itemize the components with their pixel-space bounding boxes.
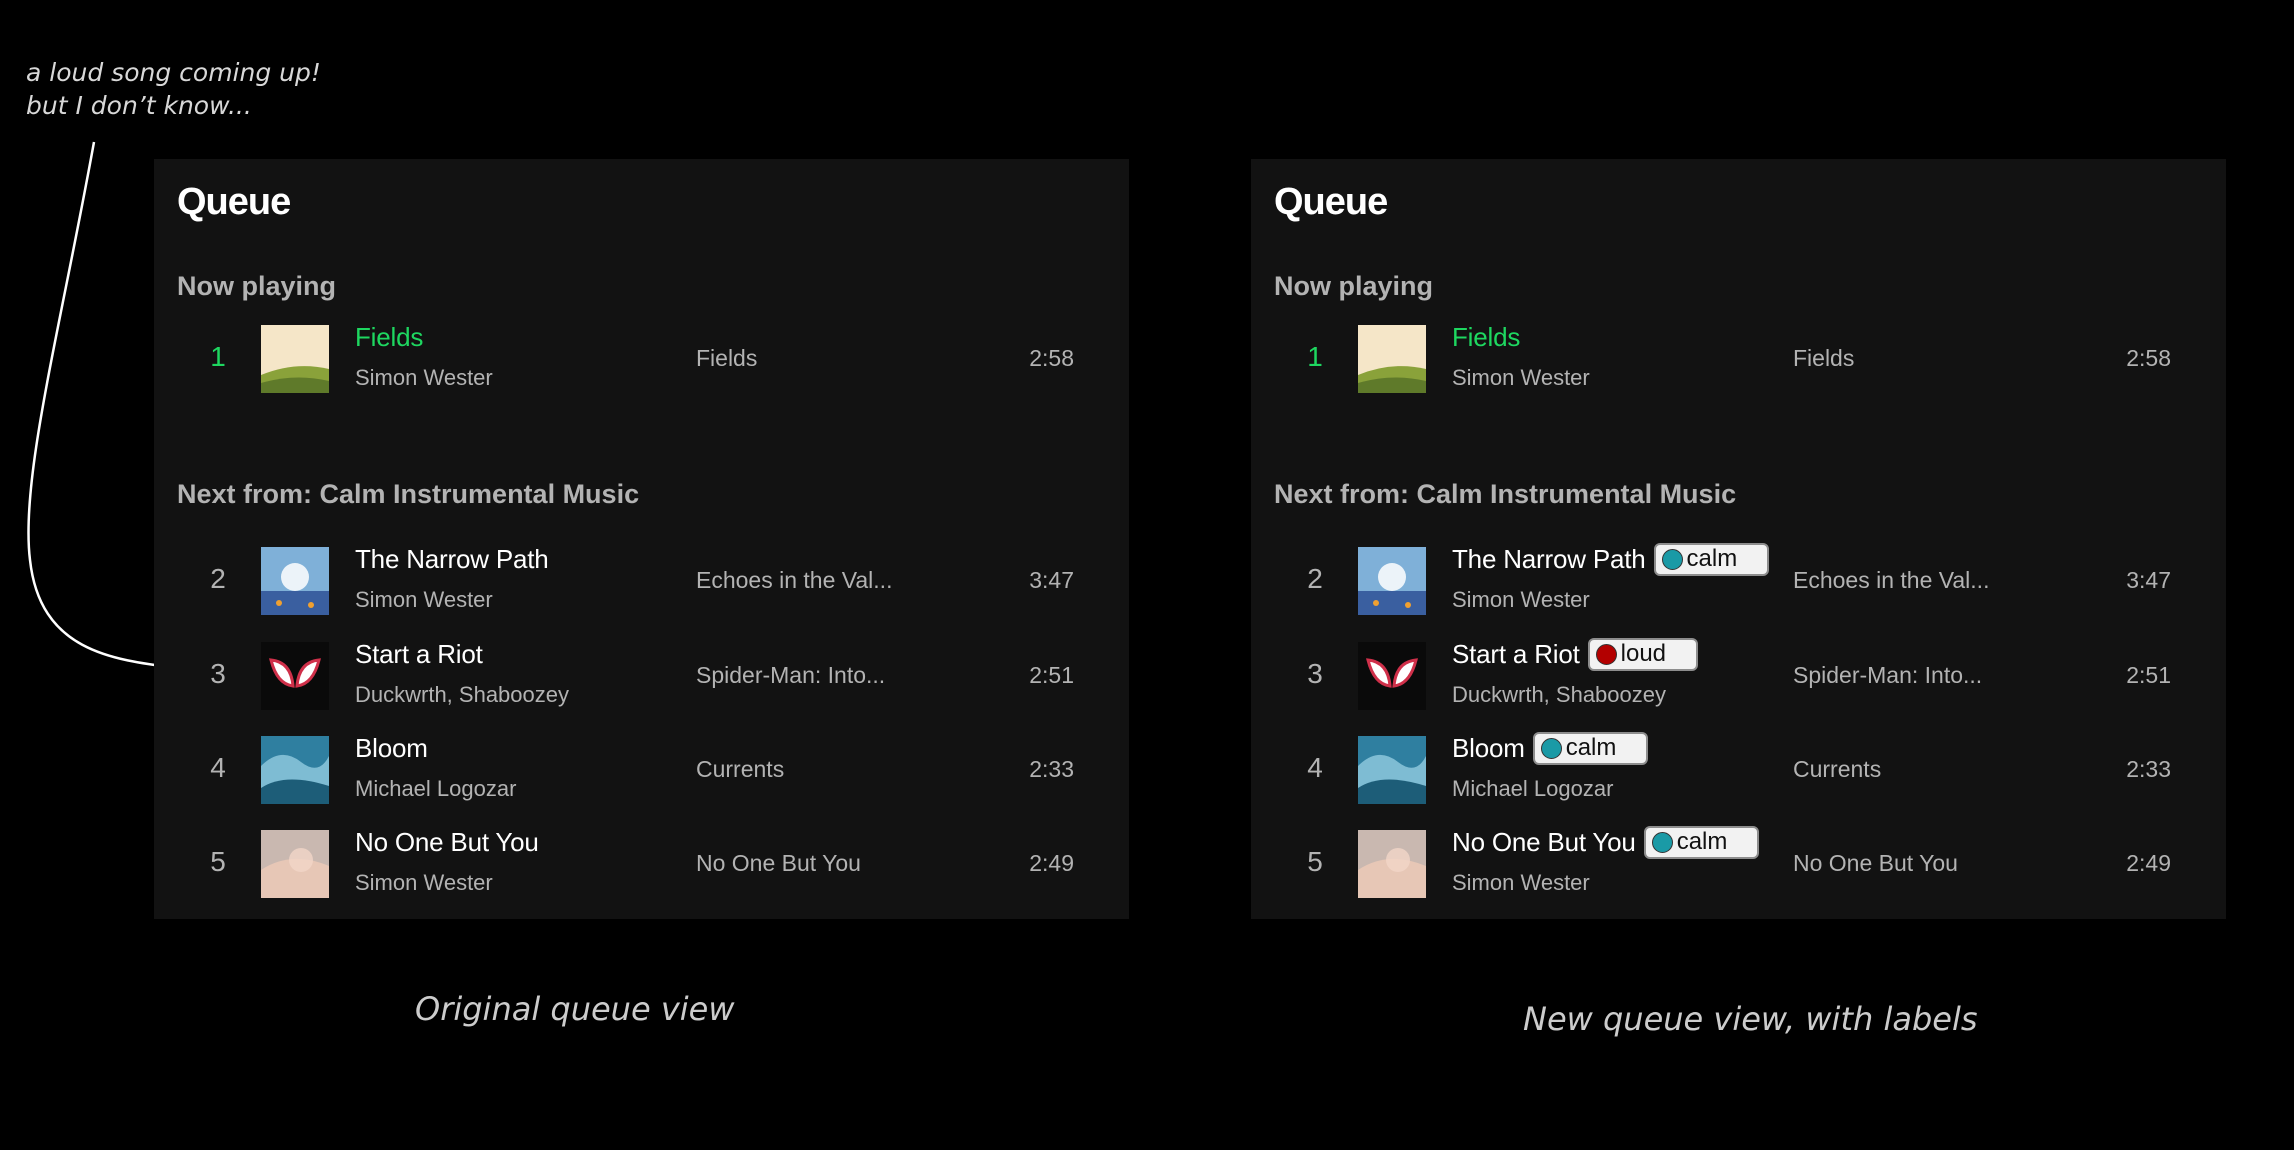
track-number: 1 (210, 341, 226, 372)
track-artist[interactable]: Duckwrth, Shaboozey (355, 682, 569, 708)
track-number: 2 (1307, 563, 1323, 594)
track-duration: 2:51 (2126, 662, 2171, 688)
loud-dot-icon (1595, 643, 1617, 665)
track-album[interactable]: Spider-Man: Into... (1793, 662, 1982, 689)
track-title[interactable]: Bloom (355, 733, 428, 764)
mood-tag-calm: calm (1653, 542, 1770, 576)
album-art-bloom (1358, 736, 1426, 804)
track-row-3[interactable]: 3 Start a Riot Duckwrth, Shaboozey Spide… (154, 639, 1129, 712)
queue-panel-original: Queue Now playing 1 Fields Simon Wester … (154, 159, 1129, 919)
mood-tag-loud: loud (1587, 637, 1699, 671)
album-art-fields (1358, 325, 1426, 393)
track-number: 3 (210, 658, 226, 689)
now-playing-header: Now playing (177, 271, 337, 301)
track-row-1[interactable]: 1 Fields Simon Wester Fields 2:58 (1251, 322, 2226, 395)
calm-dot-icon (1540, 737, 1562, 759)
track-artist[interactable]: Michael Logozar (355, 776, 516, 802)
track-title[interactable]: The Narrow Path (1452, 544, 1646, 575)
mood-tag-calm: calm (1643, 825, 1760, 859)
track-row-2[interactable]: 2 The Narrow Path Simon Wester Echoes in… (154, 544, 1129, 617)
track-number: 5 (210, 846, 226, 877)
track-album[interactable]: Currents (1793, 756, 1881, 783)
track-album[interactable]: Echoes in the Val... (1793, 567, 1989, 594)
track-duration: 3:47 (2126, 567, 2171, 593)
mood-tag-label: calm (1565, 734, 1617, 761)
track-title[interactable]: The Narrow Path (355, 544, 549, 575)
track-artist[interactable]: Simon Wester (1452, 365, 1590, 391)
track-number: 4 (210, 752, 226, 783)
track-row-5[interactable]: 5 No One But You Simon Wester No One But… (154, 827, 1129, 900)
track-title[interactable]: Start a Riot (355, 639, 483, 670)
track-duration: 2:49 (2126, 850, 2171, 876)
track-duration: 3:47 (1029, 567, 1074, 593)
now-playing-header: Now playing (1274, 271, 1434, 301)
caption-original: Original queue view (415, 990, 735, 1028)
track-number: 1 (1307, 341, 1323, 372)
queue-title: Queue (1274, 181, 1388, 223)
queue-panel-labeled: Queue Now playing 1 Fields Simon Wester … (1251, 159, 2226, 919)
track-row-1[interactable]: 1 Fields Simon Wester Fields 2:58 (154, 322, 1129, 395)
queue-title: Queue (177, 181, 291, 223)
album-art-fields (261, 325, 329, 393)
calm-dot-icon (1651, 831, 1673, 853)
track-title[interactable]: No One But You (355, 827, 539, 858)
track-artist[interactable]: Michael Logozar (1452, 776, 1613, 802)
track-album[interactable]: Fields (1793, 345, 1854, 372)
track-row-4[interactable]: 4 Bloom calm Michael Logozar Currents 2:… (1251, 731, 2226, 806)
mood-tag-label: calm (1676, 828, 1728, 855)
track-duration: 2:49 (1029, 850, 1074, 876)
track-album[interactable]: Fields (696, 345, 757, 372)
track-duration: 2:51 (1029, 662, 1074, 688)
track-title[interactable]: Fields (355, 322, 423, 353)
next-from-header: Next from: Calm Instrumental Music (177, 479, 640, 509)
mood-tag-label: loud (1620, 640, 1667, 667)
album-art-no-one-but-you (261, 830, 329, 898)
track-album[interactable]: No One But You (1793, 850, 1958, 877)
track-number: 2 (210, 563, 226, 594)
track-title[interactable]: Fields (1452, 322, 1520, 353)
track-duration: 2:58 (2126, 345, 2171, 371)
album-art-start-a-riot (261, 642, 329, 710)
album-art-narrow-path (1358, 547, 1426, 615)
track-album[interactable]: Currents (696, 756, 784, 783)
track-artist[interactable]: Simon Wester (355, 587, 493, 613)
track-artist[interactable]: Simon Wester (1452, 587, 1590, 613)
next-from-header: Next from: Calm Instrumental Music (1274, 479, 1737, 509)
track-row-3[interactable]: 3 Start a Riot loud Duckwrth, Shaboozey … (1251, 637, 2226, 712)
track-duration: 2:33 (1029, 756, 1074, 782)
track-artist[interactable]: Simon Wester (355, 365, 493, 391)
calm-dot-icon (1661, 548, 1683, 570)
track-artist[interactable]: Simon Wester (1452, 870, 1590, 896)
album-art-start-a-riot (1358, 642, 1426, 710)
track-row-5[interactable]: 5 No One But You calm Simon Wester No On… (1251, 825, 2226, 900)
track-number: 3 (1307, 658, 1323, 689)
track-title[interactable]: Bloom (1452, 733, 1525, 764)
album-art-narrow-path (261, 547, 329, 615)
track-artist[interactable]: Simon Wester (355, 870, 493, 896)
track-album[interactable]: Spider-Man: Into... (696, 662, 885, 689)
mood-tag-label: calm (1686, 545, 1738, 572)
track-row-2[interactable]: 2 The Narrow Path calm Simon Wester Echo… (1251, 542, 2226, 617)
album-art-no-one-but-you (1358, 830, 1426, 898)
track-title[interactable]: Start a Riot (1452, 639, 1580, 670)
album-art-bloom (261, 736, 329, 804)
track-album[interactable]: No One But You (696, 850, 861, 877)
track-album[interactable]: Echoes in the Val... (696, 567, 892, 594)
track-number: 5 (1307, 846, 1323, 877)
mood-tag-calm: calm (1532, 731, 1649, 765)
track-number: 4 (1307, 752, 1323, 783)
track-title[interactable]: No One But You (1452, 827, 1636, 858)
track-row-4[interactable]: 4 Bloom Michael Logozar Currents 2:33 (154, 733, 1129, 806)
track-duration: 2:58 (1029, 345, 1074, 371)
track-duration: 2:33 (2126, 756, 2171, 782)
caption-new: New queue view, with labels (1523, 1000, 1978, 1038)
track-artist[interactable]: Duckwrth, Shaboozey (1452, 682, 1666, 708)
